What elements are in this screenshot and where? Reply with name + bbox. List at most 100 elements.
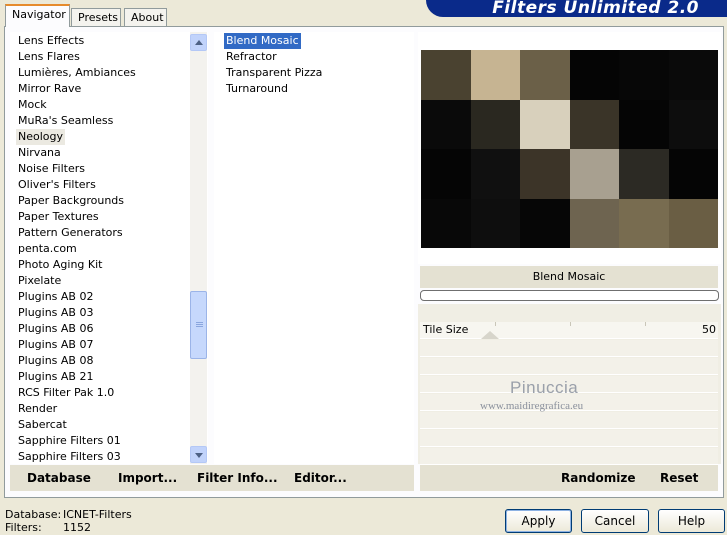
mosaic-tile bbox=[470, 50, 520, 100]
category-item[interactable]: Plugins AB 06 bbox=[18, 321, 93, 337]
mosaic-tile bbox=[520, 149, 570, 199]
mosaic-tile bbox=[668, 99, 718, 149]
mosaic-tile bbox=[421, 149, 471, 199]
category-item[interactable]: Plugins AB 21 bbox=[18, 369, 93, 385]
category-item[interactable]: Oliver's Filters bbox=[18, 177, 96, 193]
param-row-empty bbox=[420, 340, 718, 357]
import-button[interactable]: Import... bbox=[118, 471, 177, 485]
status-database-label: Database: bbox=[5, 508, 62, 521]
category-item[interactable]: Pixelate bbox=[18, 273, 61, 289]
preview-image bbox=[421, 50, 718, 248]
category-item[interactable]: Sapphire Filters 01 bbox=[18, 433, 121, 449]
grip-line bbox=[196, 322, 203, 323]
category-item[interactable]: Plugins AB 02 bbox=[18, 289, 93, 305]
mosaic-tile bbox=[619, 198, 669, 248]
category-list[interactable]: Lens Effects Lens Flares Lumières, Ambianc… bbox=[10, 32, 208, 464]
mosaic-tile bbox=[470, 198, 520, 248]
param-value: 50 bbox=[702, 323, 716, 336]
mosaic-tile bbox=[668, 198, 718, 248]
mosaic-tile bbox=[668, 50, 718, 100]
mosaic-tile bbox=[421, 99, 471, 149]
tab-about[interactable]: About bbox=[124, 8, 167, 26]
mosaic-tile bbox=[619, 149, 669, 199]
category-item[interactable]: Plugins AB 03 bbox=[18, 305, 93, 321]
tab-navigator[interactable]: Navigator bbox=[5, 4, 70, 27]
scroll-up-button[interactable] bbox=[190, 34, 207, 51]
status-database-value: ICNET-Filters bbox=[63, 508, 132, 521]
category-item[interactable]: Mock bbox=[18, 97, 47, 113]
param-row-empty bbox=[420, 358, 718, 375]
watermark-url: www.maidiregrafica.eu bbox=[480, 400, 584, 412]
mosaic-tile bbox=[569, 99, 619, 149]
tab-presets-label: Presets bbox=[78, 11, 119, 24]
param-row-tile-size[interactable]: Tile Size 50 bbox=[420, 322, 718, 339]
category-item[interactable]: Lens Effects bbox=[18, 33, 84, 49]
param-row-empty bbox=[420, 412, 718, 429]
category-item[interactable]: Lens Flares bbox=[18, 49, 80, 65]
category-scrollbar[interactable] bbox=[190, 32, 207, 464]
mosaic-tile bbox=[569, 149, 619, 199]
category-item[interactable]: RCS Filter Pak 1.0 bbox=[18, 385, 114, 401]
randomize-button[interactable]: Randomize bbox=[561, 471, 635, 485]
filter-item[interactable]: Blend Mosaic bbox=[224, 33, 301, 49]
category-item[interactable]: Sabercat bbox=[18, 417, 67, 433]
category-item[interactable]: Pattern Generators bbox=[18, 225, 123, 241]
progress-bar bbox=[420, 290, 719, 301]
status-filters-label: Filters: bbox=[5, 521, 42, 534]
cancel-button[interactable]: Cancel bbox=[581, 509, 649, 533]
watermark-name: Pinuccia bbox=[510, 378, 579, 397]
reset-button[interactable]: Reset bbox=[660, 471, 698, 485]
grip-line bbox=[196, 326, 203, 327]
filter-info-button[interactable]: Filter Info... bbox=[197, 471, 278, 485]
mosaic-tile bbox=[569, 198, 619, 248]
category-item[interactable]: Lumières, Ambiances bbox=[18, 65, 136, 81]
tab-presets[interactable]: Presets bbox=[71, 8, 121, 26]
tab-navigator-label: Navigator bbox=[12, 8, 66, 21]
category-item[interactable]: Plugins AB 07 bbox=[18, 337, 93, 353]
category-item[interactable]: Plugins AB 08 bbox=[18, 353, 93, 369]
slider-tick bbox=[645, 322, 646, 326]
apply-button[interactable]: Apply bbox=[505, 509, 572, 533]
filter-item[interactable]: Turnaround bbox=[226, 81, 288, 97]
category-item[interactable]: Neology bbox=[16, 129, 66, 145]
help-button[interactable]: Help bbox=[658, 509, 725, 533]
slider-tick bbox=[495, 322, 496, 326]
filter-item[interactable]: Transparent Pizza bbox=[226, 65, 322, 81]
mosaic-tile bbox=[569, 50, 619, 100]
title-banner: Filters Unlimited 2.0 bbox=[426, 0, 727, 18]
slider-thumb[interactable] bbox=[480, 331, 499, 339]
mosaic-tile bbox=[619, 99, 669, 149]
mosaic-tile bbox=[619, 50, 669, 100]
database-button[interactable]: Database bbox=[27, 471, 91, 485]
category-item[interactable]: penta.com bbox=[18, 241, 77, 257]
mosaic-tile bbox=[470, 99, 520, 149]
category-item[interactable]: Photo Aging Kit bbox=[18, 257, 102, 273]
scroll-thumb[interactable] bbox=[190, 291, 207, 359]
arrow-down-icon bbox=[195, 453, 203, 458]
category-item[interactable]: Paper Backgrounds bbox=[18, 193, 124, 209]
mosaic-tile bbox=[421, 50, 471, 100]
category-item[interactable]: Paper Textures bbox=[18, 209, 99, 225]
category-item[interactable]: Noise Filters bbox=[18, 161, 85, 177]
category-item[interactable]: Mirror Rave bbox=[18, 81, 81, 97]
banner-title: Filters Unlimited 2.0 bbox=[492, 0, 699, 18]
tab-about-label: About bbox=[131, 11, 164, 24]
category-item[interactable]: MuRa's Seamless bbox=[18, 113, 113, 129]
mosaic-tile bbox=[520, 99, 570, 149]
filter-name-label: Blend Mosaic bbox=[420, 266, 718, 288]
mosaic-tile bbox=[520, 198, 570, 248]
param-label: Tile Size bbox=[423, 323, 469, 336]
slider-tick bbox=[570, 322, 571, 326]
filter-list[interactable]: Blend Mosaic Refractor Transparent Pizza Tu… bbox=[214, 32, 414, 464]
status-filters-value: 1152 bbox=[63, 521, 91, 534]
param-row-empty bbox=[420, 430, 718, 447]
category-item[interactable]: Nirvana bbox=[18, 145, 61, 161]
editor-button[interactable]: Editor... bbox=[294, 471, 347, 485]
mosaic-tile bbox=[520, 50, 570, 100]
mosaic-tile bbox=[668, 149, 718, 199]
mosaic-tile bbox=[421, 198, 471, 248]
category-item[interactable]: Sapphire Filters 03 bbox=[18, 449, 121, 465]
filter-item[interactable]: Refractor bbox=[226, 49, 277, 65]
category-item[interactable]: Render bbox=[18, 401, 57, 417]
scroll-down-button[interactable] bbox=[190, 446, 207, 463]
